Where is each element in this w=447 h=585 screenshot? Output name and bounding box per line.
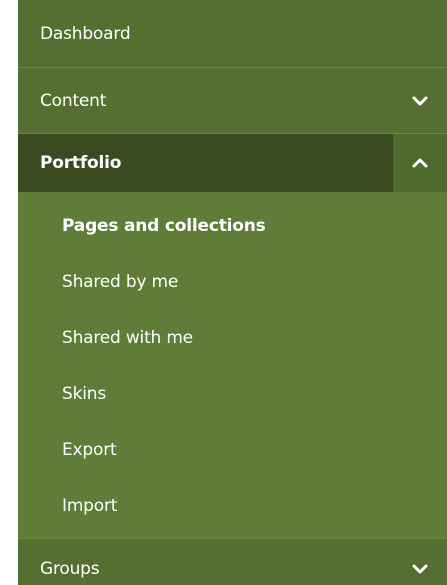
nav-item-content[interactable]: Content xyxy=(18,68,447,134)
submenu-item-pages-and-collections[interactable]: Pages and collections xyxy=(18,198,447,254)
chevron-down-icon xyxy=(412,564,428,573)
groups-expand-toggle[interactable] xyxy=(393,539,447,585)
chevron-down-icon xyxy=(412,96,428,105)
content-expand-toggle[interactable] xyxy=(393,68,447,133)
nav-item-label: Dashboard xyxy=(40,23,131,44)
nav-item-label: Portfolio xyxy=(40,153,122,173)
nav-item-dashboard[interactable]: Dashboard xyxy=(18,0,447,68)
main-navigation: Dashboard Content Portfolio Pages and co… xyxy=(18,0,447,585)
submenu-item-skins[interactable]: Skins xyxy=(18,366,447,422)
submenu-item-export[interactable]: Export xyxy=(18,422,447,478)
submenu-item-shared-by-me[interactable]: Shared by me xyxy=(18,254,447,310)
nav-item-portfolio[interactable]: Portfolio xyxy=(18,134,447,192)
submenu-item-shared-with-me[interactable]: Shared with me xyxy=(18,310,447,366)
portfolio-submenu: Pages and collections Shared by me Share… xyxy=(18,192,447,538)
nav-item-label: Groups xyxy=(40,558,100,579)
chevron-up-icon xyxy=(412,158,428,168)
nav-item-groups[interactable]: Groups xyxy=(18,538,447,585)
nav-item-label: Content xyxy=(40,90,107,111)
portfolio-collapse-toggle[interactable] xyxy=(393,134,447,192)
submenu-item-import[interactable]: Import xyxy=(18,478,447,534)
